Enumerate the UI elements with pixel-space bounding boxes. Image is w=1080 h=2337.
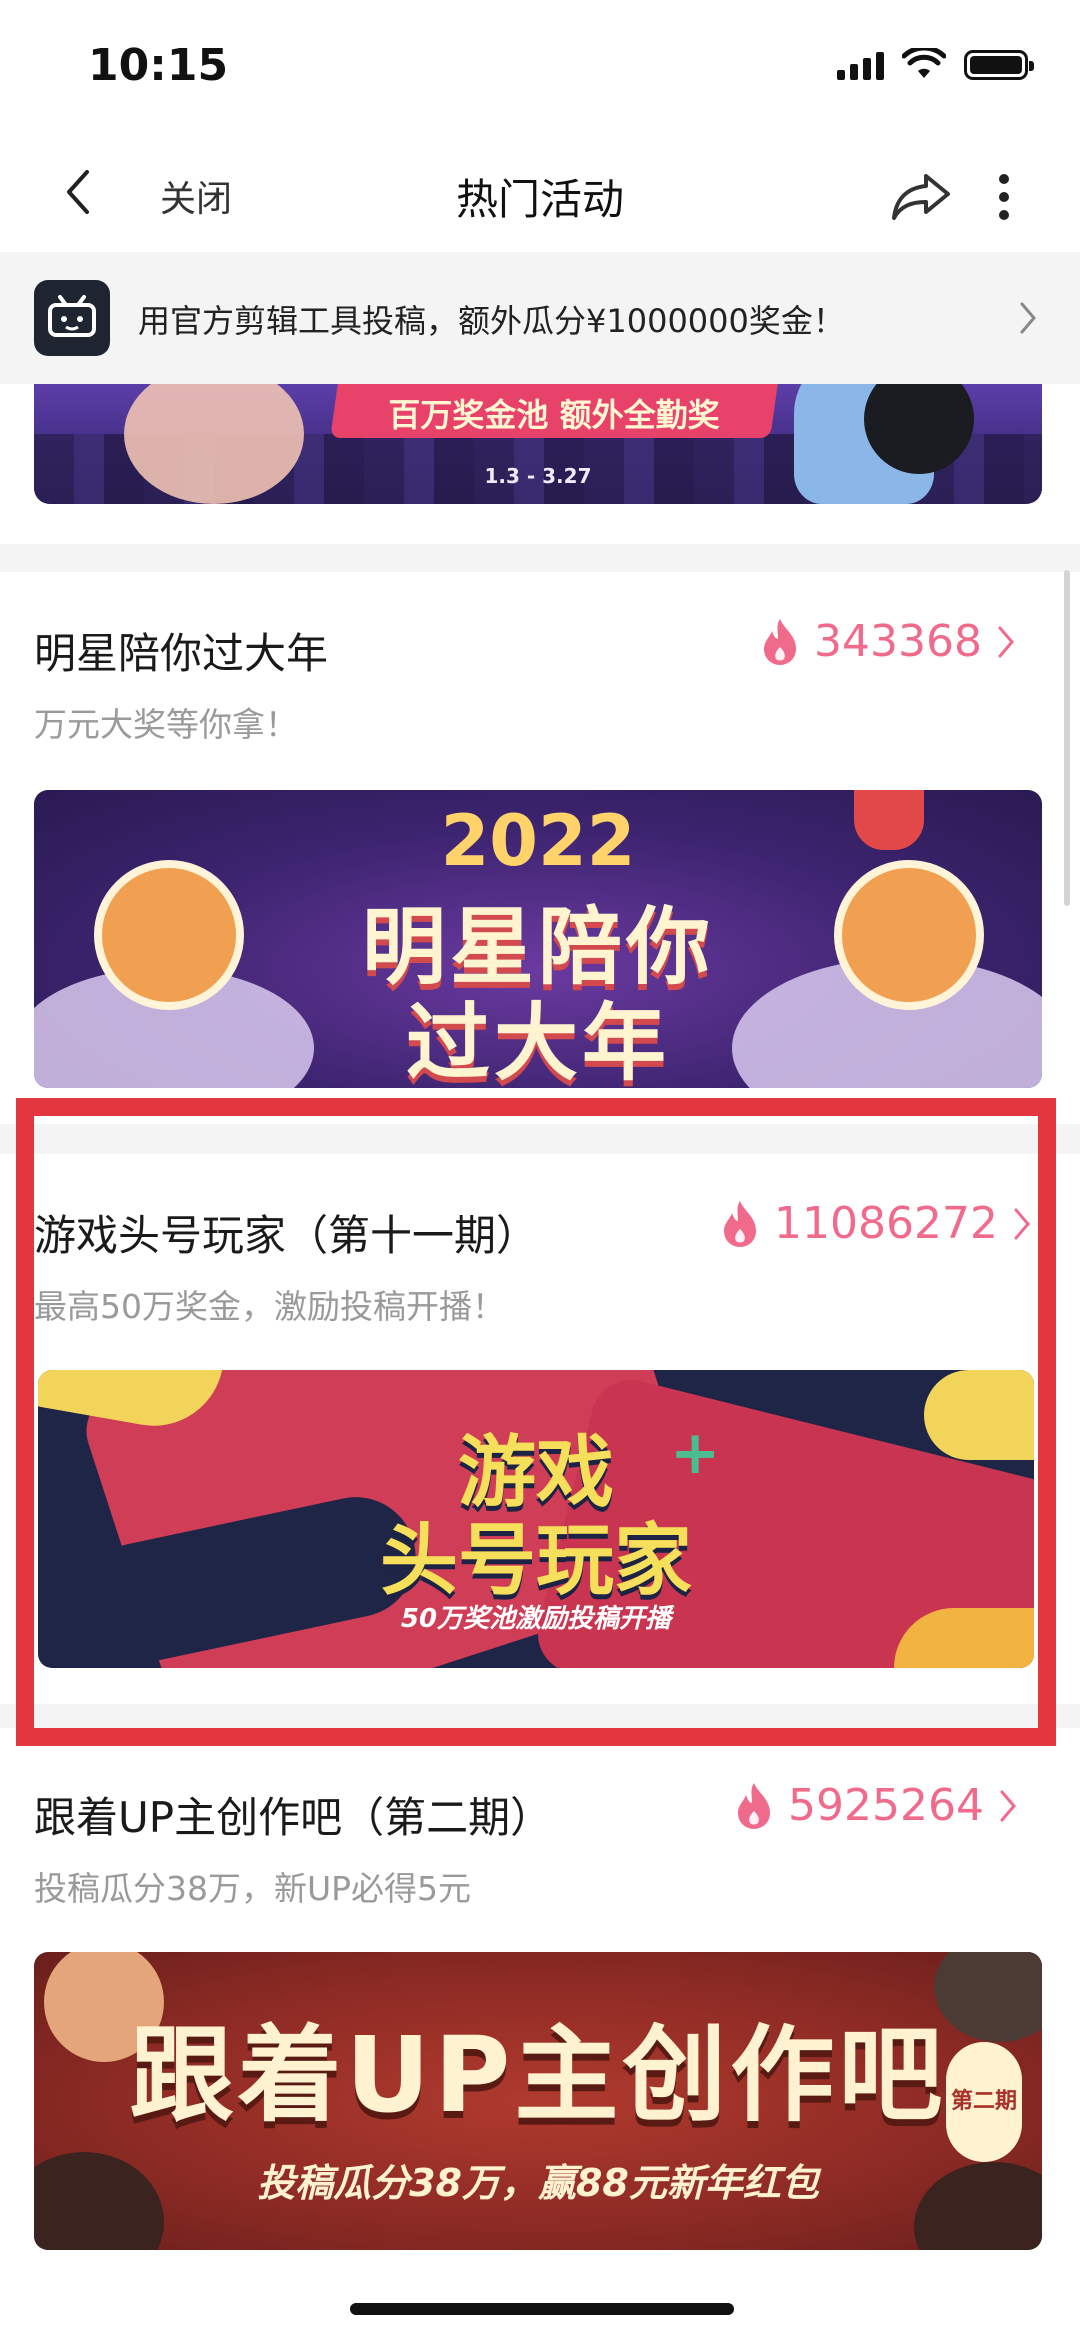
battery-icon bbox=[964, 50, 1034, 80]
back-button[interactable] bbox=[48, 162, 108, 222]
activity-title: 跟着UP主创作吧（第二期） bbox=[34, 1793, 553, 1842]
home-indicator[interactable] bbox=[350, 2303, 734, 2315]
activity-banner[interactable]: 2022 明星陪你 过大年 bbox=[34, 790, 1042, 1088]
banner-headline: 过大年 bbox=[405, 994, 670, 1088]
banner-tagline: 投稿瓜分38万，赢88元新年红包 bbox=[257, 2161, 819, 2205]
hot-count: 5925264 bbox=[734, 1780, 1018, 1831]
activity-subtitle: 万元大奖等你拿！ bbox=[34, 705, 298, 744]
chevron-right-icon bbox=[1014, 1208, 1030, 1239]
section-divider bbox=[0, 544, 1080, 572]
editor-logo-icon bbox=[34, 280, 110, 356]
back-icon bbox=[67, 170, 89, 214]
banner-tagline: 50万奖池激励投稿开播 bbox=[400, 1604, 672, 1634]
activity-banner[interactable]: 跟着UP主创作吧 第二期 投稿瓜分38万，赢88元新年红包 bbox=[34, 1952, 1042, 2250]
flame-icon bbox=[738, 1782, 770, 1829]
hot-count: 343368 bbox=[760, 616, 1016, 667]
activity-card[interactable]: 跟着UP主创作吧（第二期） 投稿瓜分38万，新UP必得5元 5925264 跟着… bbox=[0, 1728, 1080, 2288]
hot-count-value: 5925264 bbox=[788, 1780, 984, 1831]
wifi-icon bbox=[902, 48, 946, 78]
plus-icon: + bbox=[670, 1418, 721, 1488]
more-button[interactable] bbox=[984, 164, 1024, 230]
activity-card[interactable]: 明星陪你过大年 万元大奖等你拿！ 343368 2022 明星陪你 过大年 bbox=[0, 572, 1080, 1112]
share-icon bbox=[892, 174, 950, 220]
activity-banner-partial[interactable]: 百万奖金池 额外全勤奖 1.3 - 3.27 bbox=[34, 384, 1042, 504]
banner-headline: 头号玩家 bbox=[379, 1516, 692, 1606]
status-bar: 10:15 bbox=[0, 0, 1080, 140]
scrollbar[interactable] bbox=[1064, 570, 1070, 906]
navigation-bar: 关闭 热门活动 bbox=[0, 140, 1080, 252]
activity-title: 明星陪你过大年 bbox=[34, 629, 329, 678]
activity-banner[interactable]: 游戏 + 头号玩家 50万奖池激励投稿开播 bbox=[38, 1370, 1034, 1668]
banner-dates: 1.3 - 3.27 bbox=[484, 464, 592, 488]
section-divider bbox=[0, 1704, 1080, 1728]
hot-count-value: 343368 bbox=[814, 616, 982, 667]
more-icon bbox=[999, 174, 1009, 220]
share-button[interactable] bbox=[888, 164, 954, 230]
banner-year: 2022 bbox=[440, 800, 636, 882]
activity-subtitle: 最高50万奖金，激励投稿开播！ bbox=[34, 1287, 505, 1326]
close-button[interactable]: 关闭 bbox=[160, 170, 232, 222]
section-divider bbox=[0, 1124, 1080, 1154]
chevron-right-icon bbox=[1008, 296, 1048, 340]
flame-icon bbox=[724, 1200, 756, 1247]
activity-card[interactable]: 游戏头号玩家（第十一期） 最高50万奖金，激励投稿开播！ 11086272 游戏… bbox=[0, 1154, 1080, 1704]
flame-icon bbox=[764, 618, 796, 665]
banner-ribbon-text: 百万奖金池 额外全勤奖 bbox=[388, 396, 720, 434]
promo-banner[interactable]: 用官方剪辑工具投稿，额外瓜分¥1000000奖金！ bbox=[0, 252, 1080, 384]
hot-count: 11086272 bbox=[720, 1198, 1032, 1249]
promo-text: 用官方剪辑工具投稿，额外瓜分¥1000000奖金！ bbox=[138, 302, 845, 340]
hot-count-value: 11086272 bbox=[774, 1198, 998, 1249]
activity-title: 游戏头号玩家（第十一期） bbox=[34, 1211, 539, 1260]
chevron-right-icon bbox=[998, 626, 1014, 657]
status-icons bbox=[837, 48, 1034, 82]
status-time: 10:15 bbox=[88, 40, 229, 91]
issue-badge: 第二期 bbox=[946, 2042, 1022, 2162]
chevron-right-icon bbox=[1000, 1790, 1016, 1821]
banner-headline: 跟着UP主创作吧 bbox=[129, 2014, 947, 2136]
signal-icon bbox=[837, 50, 884, 80]
activity-subtitle: 投稿瓜分38万，新UP必得5元 bbox=[34, 1869, 472, 1908]
